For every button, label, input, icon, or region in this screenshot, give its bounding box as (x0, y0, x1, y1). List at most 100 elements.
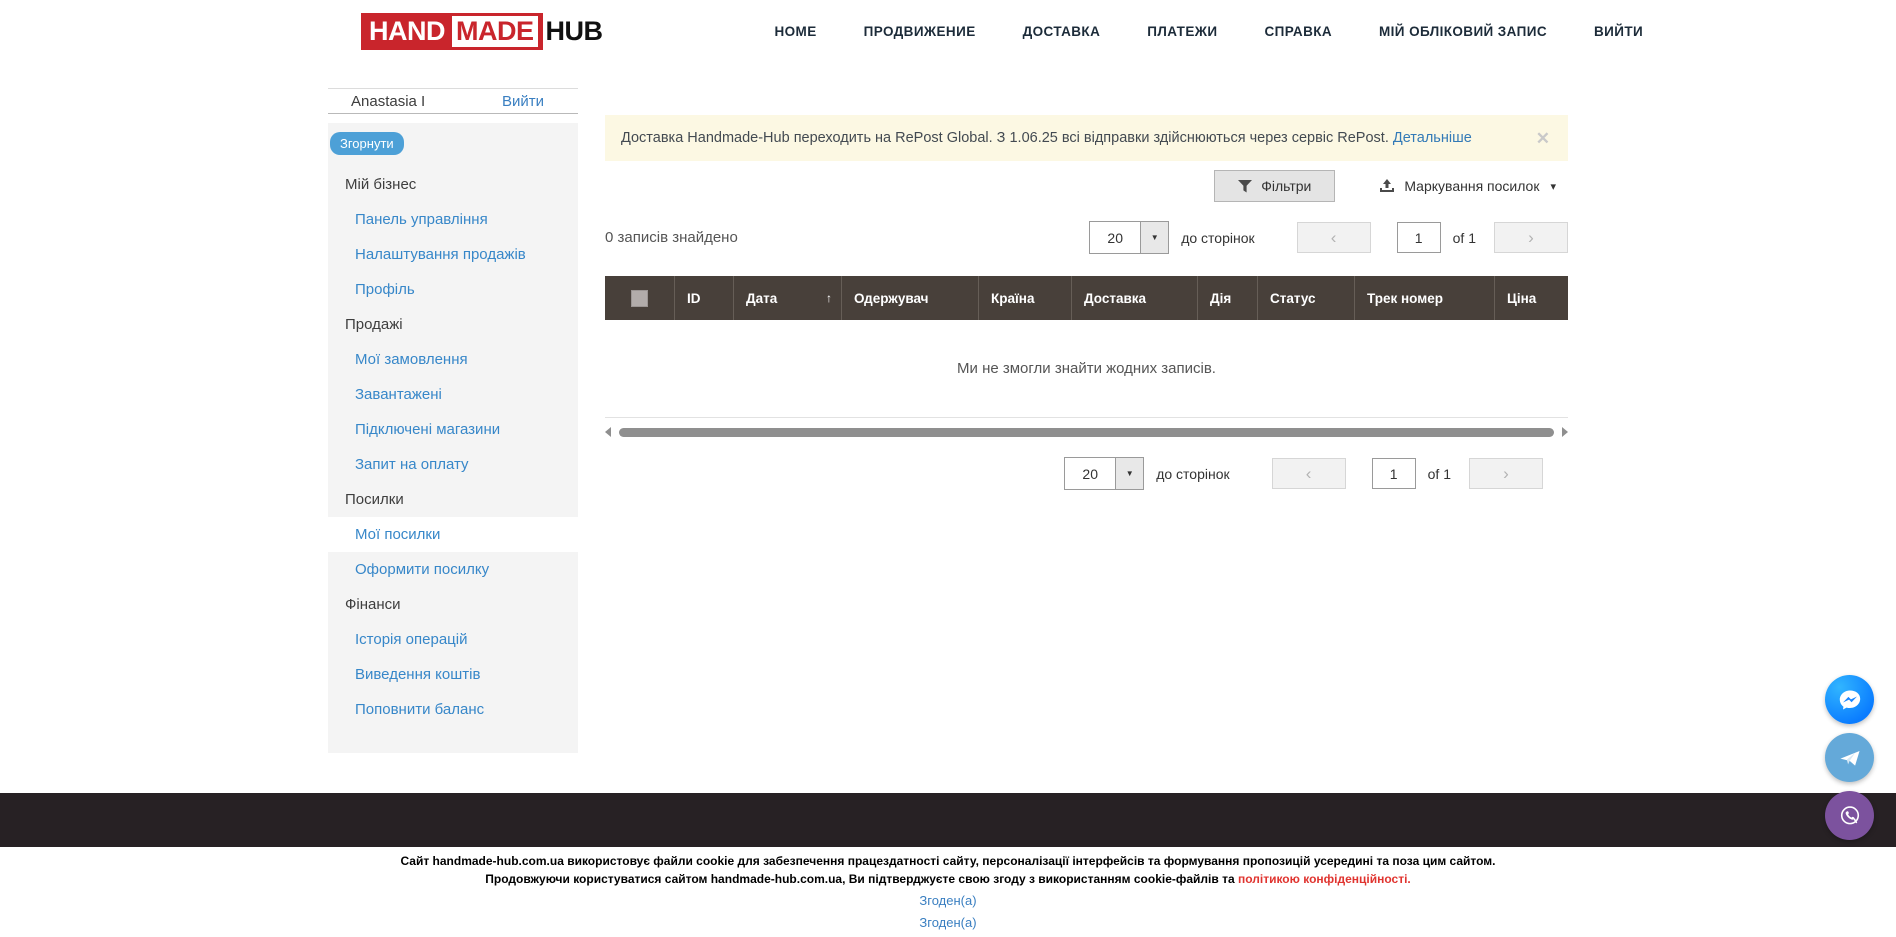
toolbar: Фільтри Маркування посилок ▾ (605, 170, 1568, 202)
logo-red-box: HANDMADE (361, 13, 543, 50)
table-header: ID Дата↑ Одержувач Країна Доставка Дія С… (605, 276, 1568, 320)
of-total-label-bottom: of 1 (1428, 466, 1451, 482)
nav-my-account[interactable]: МІЙ ОБЛІКОВИЙ ЗАПИС (1379, 24, 1547, 39)
page-size-select[interactable]: 20 ▼ (1089, 221, 1169, 254)
header-cell-checkbox (605, 276, 675, 320)
table-body-empty: Ми не змогли знайти жодних записів. (605, 320, 1568, 418)
empty-results-message: Ми не змогли знайти жодних записів. (957, 360, 1216, 377)
sidebar-item-top-up-balance[interactable]: Поповнити баланс (328, 692, 578, 727)
chevron-right-icon: › (1528, 228, 1534, 248)
page-size-value-bottom: 20 (1065, 458, 1115, 489)
parcel-marking-label: Маркування посилок (1404, 178, 1539, 194)
sidebar-menu: Мій бізнес Панель управління Налаштуванн… (328, 167, 578, 727)
sidebar-item-my-parcels[interactable]: Мої посилки (328, 517, 578, 552)
horizontal-scrollbar (605, 425, 1568, 439)
main-content: Доставка Handmade-Hub переходить на RePo… (605, 62, 1568, 490)
nav-home[interactable]: HOME (775, 24, 817, 39)
sidebar-item-connected-shops[interactable]: Підключені магазини (328, 412, 578, 447)
per-page-label-bottom: до сторінок (1156, 466, 1229, 482)
cookie-line2-text: Продовжуючи користуватися сайтом handmad… (485, 872, 1238, 886)
header-cell-shipping[interactable]: Доставка (1072, 276, 1198, 320)
pagination-bottom: 20 ▼ до сторінок ‹ of 1 › (1064, 457, 1543, 490)
sidebar-item-payment-request[interactable]: Запит на оплату (328, 447, 578, 482)
prev-page-button[interactable]: ‹ (1297, 222, 1371, 253)
telegram-icon[interactable] (1825, 733, 1874, 782)
chevron-left-icon: ‹ (1306, 464, 1312, 484)
sidebar-panel: Згорнути Мій бізнес Панель управління На… (328, 123, 578, 753)
nav-logout[interactable]: ВИЙТИ (1594, 24, 1643, 39)
notice-banner: Доставка Handmade-Hub переходить на RePo… (605, 115, 1568, 161)
parcel-marking-dropdown[interactable]: Маркування посилок ▾ (1379, 178, 1556, 194)
filters-button[interactable]: Фільтри (1214, 170, 1335, 202)
sidebar-item-withdraw-funds[interactable]: Виведення коштів (328, 657, 578, 692)
scroll-left-icon[interactable] (605, 427, 611, 437)
user-name: Anastasia I (351, 93, 425, 110)
collapse-button[interactable]: Згорнути (330, 132, 404, 155)
user-row: Anastasia I Вийти (328, 88, 578, 114)
viber-icon[interactable] (1825, 791, 1874, 840)
header-cell-track-number[interactable]: Трек номер (1355, 276, 1495, 320)
page-size-value: 20 (1090, 222, 1140, 253)
sidebar-item-transaction-history[interactable]: Історія операцій (328, 622, 578, 657)
next-page-button[interactable]: › (1494, 222, 1568, 253)
main-nav: HOME ПРОДВИЖЕНИЕ ДОСТАВКА ПЛАТЕЖИ СПРАВК… (775, 24, 1644, 39)
select-caret-icon: ▼ (1140, 222, 1168, 253)
header-cell-date[interactable]: Дата↑ (734, 276, 842, 320)
footer-dark-bar (0, 793, 1896, 847)
header-cell-country[interactable]: Країна (979, 276, 1072, 320)
sidebar-item-my-orders[interactable]: Мої замовлення (328, 342, 578, 377)
select-all-checkbox[interactable] (631, 290, 648, 307)
upload-icon (1379, 179, 1395, 194)
privacy-policy-link[interactable]: політикою конфіденційності. (1238, 872, 1411, 886)
header-cell-status[interactable]: Статус (1258, 276, 1355, 320)
page-size-select-bottom[interactable]: 20 ▼ (1064, 457, 1144, 490)
chevron-right-icon: › (1503, 464, 1509, 484)
sidebar-item-dashboard[interactable]: Панель управління (328, 202, 578, 237)
nav-promotion[interactable]: ПРОДВИЖЕНИЕ (864, 24, 976, 39)
sidebar-logout-link[interactable]: Вийти (502, 93, 544, 110)
header-cell-id[interactable]: ID (675, 276, 734, 320)
scrollbar-thumb[interactable] (619, 428, 1554, 437)
next-page-button-bottom[interactable]: › (1469, 458, 1543, 489)
filter-funnel-icon (1238, 180, 1252, 193)
section-finances: Фінанси (328, 587, 578, 622)
header-cell-price[interactable]: Ціна (1495, 276, 1568, 320)
records-count: 0 записів знайдено (605, 229, 738, 246)
page-number-input[interactable] (1397, 222, 1441, 253)
social-widgets (1825, 675, 1874, 840)
prev-page-button-bottom[interactable]: ‹ (1272, 458, 1346, 489)
page-number-input-bottom[interactable] (1372, 458, 1416, 489)
sidebar-item-uploaded[interactable]: Завантажені (328, 377, 578, 412)
cookie-line1: Сайт handmade-hub.com.ua використовує фа… (0, 853, 1896, 871)
chevron-down-icon: ▾ (1550, 180, 1556, 193)
cookie-notice: Сайт handmade-hub.com.ua використовує фа… (0, 853, 1896, 931)
header-cell-action[interactable]: Дія (1198, 276, 1258, 320)
notice-details-link[interactable]: Детальніше (1393, 130, 1472, 146)
date-column-label: Дата (746, 291, 777, 306)
messenger-icon[interactable] (1825, 675, 1874, 724)
nav-payments[interactable]: ПЛАТЕЖИ (1147, 24, 1217, 39)
cookie-line2: Продовжуючи користуватися сайтом handmad… (0, 871, 1896, 889)
agree-link-1[interactable]: Згоден(а) (0, 892, 1896, 910)
header-cell-recipient[interactable]: Одержувач (842, 276, 979, 320)
filters-button-label: Фільтри (1261, 178, 1311, 194)
chevron-left-icon: ‹ (1331, 228, 1337, 248)
handmadehub-logo[interactable]: HANDMADE HUB (361, 13, 603, 50)
sidebar-item-create-parcel[interactable]: Оформити посилку (328, 552, 578, 587)
section-my-business: Мій бізнес (328, 167, 578, 202)
close-icon[interactable]: ✕ (1536, 129, 1550, 149)
section-sales: Продажі (328, 307, 578, 342)
sidebar-item-sales-settings[interactable]: Налаштування продажів (328, 237, 578, 272)
per-page-label: до сторінок (1181, 230, 1254, 246)
agree-link-2[interactable]: Згоден(а) (0, 914, 1896, 932)
scroll-right-icon[interactable] (1562, 427, 1568, 437)
section-parcels: Посилки (328, 482, 578, 517)
nav-help[interactable]: СПРАВКА (1264, 24, 1332, 39)
of-total-label: of 1 (1453, 230, 1476, 246)
pagination-top: 20 ▼ до сторінок ‹ of 1 › (1089, 221, 1568, 254)
site-header: HANDMADE HUB HOME ПРОДВИЖЕНИЕ ДОСТАВКА П… (0, 0, 1896, 62)
nav-shipping[interactable]: ДОСТАВКА (1023, 24, 1101, 39)
notice-text: Доставка Handmade-Hub переходить на RePo… (621, 130, 1393, 146)
sidebar-item-profile[interactable]: Профіль (328, 272, 578, 307)
results-row: 0 записів знайдено 20 ▼ до сторінок ‹ of… (605, 221, 1568, 254)
